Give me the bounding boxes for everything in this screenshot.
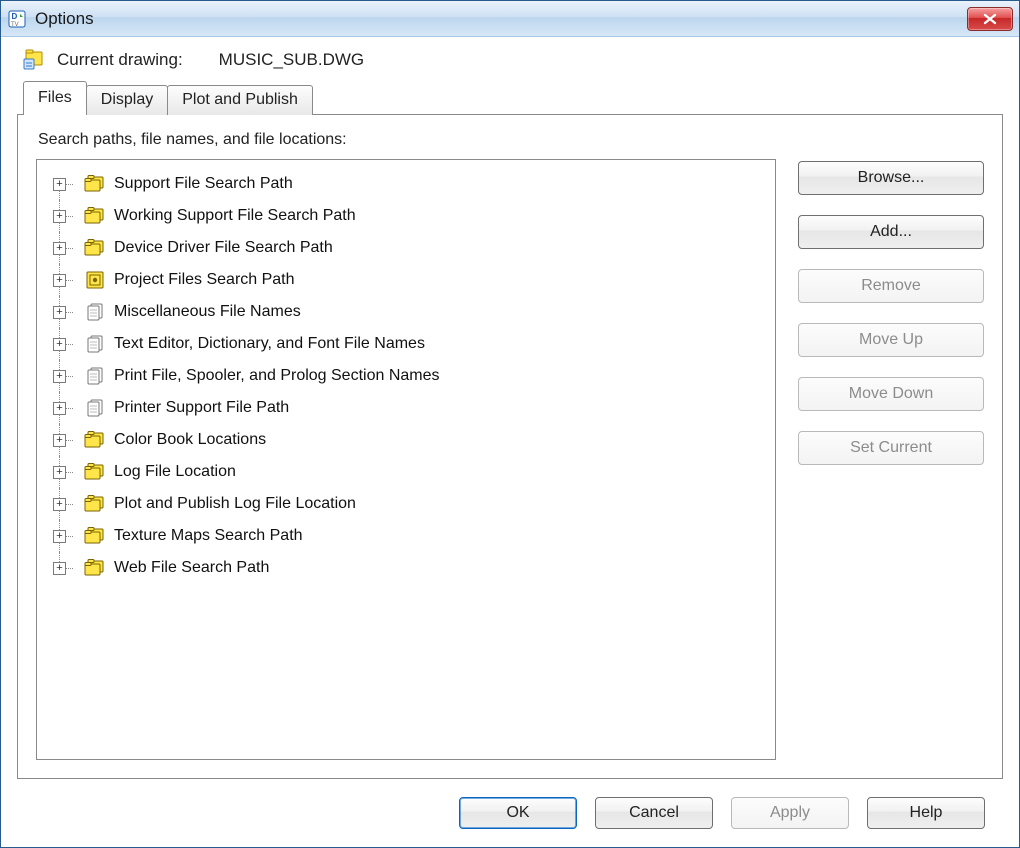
- expand-icon[interactable]: +: [53, 466, 66, 479]
- expand-icon[interactable]: +: [53, 178, 66, 191]
- tree-item[interactable]: + Support File Search Path: [43, 168, 769, 200]
- add-button[interactable]: Add...: [798, 215, 984, 249]
- folder-stack-icon: [84, 431, 106, 449]
- side-buttons: Browse... Add... Remove Move Up Move Down Set…: [798, 159, 984, 760]
- tree-item[interactable]: + Plot and Publish Log File Location: [43, 488, 769, 520]
- expand-icon[interactable]: +: [53, 274, 66, 287]
- folder-stack-icon: [84, 495, 106, 513]
- tree-item[interactable]: + Printer Support File Path: [43, 392, 769, 424]
- folder-stack-icon: [84, 175, 106, 193]
- close-icon: [982, 13, 998, 25]
- expand-icon[interactable]: +: [53, 530, 66, 543]
- tree-item[interactable]: + Project Files Search Path: [43, 264, 769, 296]
- expand-icon[interactable]: +: [53, 242, 66, 255]
- tree-item-label: Project Files Search Path: [114, 271, 295, 289]
- help-button[interactable]: Help: [867, 797, 985, 829]
- tab-files[interactable]: Files: [23, 81, 87, 115]
- tree-item-label: Plot and Publish Log File Location: [114, 495, 356, 513]
- folder-stack-icon: [84, 207, 106, 225]
- options-window: D TV Options Current drawing:: [0, 0, 1020, 848]
- tree-item[interactable]: + Web File Search Path: [43, 552, 769, 584]
- document-stack-icon: [84, 399, 106, 417]
- drawing-icon: [23, 49, 45, 71]
- svg-text:D: D: [12, 12, 18, 21]
- document-stack-icon: [84, 367, 106, 385]
- expand-icon[interactable]: +: [53, 562, 66, 575]
- current-drawing-label: Current drawing:: [57, 50, 183, 70]
- tree-item-label: Support File Search Path: [114, 175, 293, 193]
- close-button[interactable]: [967, 7, 1013, 31]
- folder-stack-icon: [84, 463, 106, 481]
- tree-item[interactable]: + Device Driver File Search Path: [43, 232, 769, 264]
- tree-item-label: Text Editor, Dictionary, and Font File N…: [114, 335, 425, 353]
- move-down-button[interactable]: Move Down: [798, 377, 984, 411]
- browse-button[interactable]: Browse...: [798, 161, 984, 195]
- expand-icon[interactable]: +: [53, 306, 66, 319]
- expand-icon[interactable]: +: [53, 210, 66, 223]
- folder-stack-icon: [84, 239, 106, 257]
- svg-text:TV: TV: [11, 22, 19, 28]
- apply-button[interactable]: Apply: [731, 797, 849, 829]
- ok-button[interactable]: OK: [459, 797, 577, 829]
- expand-icon[interactable]: +: [53, 434, 66, 447]
- tree-item[interactable]: + Print File, Spooler, and Prolog Sectio…: [43, 360, 769, 392]
- box-icon: [84, 271, 106, 289]
- tree-item[interactable]: + Color Book Locations: [43, 424, 769, 456]
- tree-item-label: Web File Search Path: [114, 559, 269, 577]
- folder-stack-icon: [84, 527, 106, 545]
- tree-and-buttons: + Support File Search Path+ Working Supp…: [36, 159, 984, 760]
- tree-item-label: Working Support File Search Path: [114, 207, 356, 225]
- expand-icon[interactable]: +: [53, 338, 66, 351]
- tree-item[interactable]: + Texture Maps Search Path: [43, 520, 769, 552]
- window-title: Options: [35, 9, 94, 29]
- tree-item-label: Log File Location: [114, 463, 236, 481]
- document-stack-icon: [84, 335, 106, 353]
- tree-item-label: Print File, Spooler, and Prolog Section …: [114, 367, 440, 385]
- tab-panel-files: Search paths, file names, and file locat…: [17, 114, 1003, 779]
- app-icon: D TV: [7, 9, 27, 29]
- document-stack-icon: [84, 303, 106, 321]
- titlebar: D TV Options: [1, 1, 1019, 37]
- tree-item[interactable]: + Text Editor, Dictionary, and Font File…: [43, 328, 769, 360]
- tree-item-label: Device Driver File Search Path: [114, 239, 333, 257]
- section-label: Search paths, file names, and file locat…: [38, 131, 984, 149]
- current-drawing-row: Current drawing: MUSIC_SUB.DWG: [23, 49, 1003, 71]
- tree-item-label: Miscellaneous File Names: [114, 303, 301, 321]
- expand-icon[interactable]: +: [53, 498, 66, 511]
- bottom-bar: OK Cancel Apply Help: [17, 779, 1003, 847]
- tree-item-label: Texture Maps Search Path: [114, 527, 303, 545]
- expand-icon[interactable]: +: [53, 370, 66, 383]
- tree-item-label: Printer Support File Path: [114, 399, 289, 417]
- remove-button[interactable]: Remove: [798, 269, 984, 303]
- tree-item-label: Color Book Locations: [114, 431, 266, 449]
- current-drawing-value: MUSIC_SUB.DWG: [219, 50, 364, 70]
- move-up-button[interactable]: Move Up: [798, 323, 984, 357]
- tree-item[interactable]: + Miscellaneous File Names: [43, 296, 769, 328]
- tree-item[interactable]: + Working Support File Search Path: [43, 200, 769, 232]
- tab-plot-and-publish[interactable]: Plot and Publish: [167, 85, 313, 115]
- expand-icon[interactable]: +: [53, 402, 66, 415]
- tab-display[interactable]: Display: [86, 85, 168, 115]
- cancel-button[interactable]: Cancel: [595, 797, 713, 829]
- folder-stack-icon: [84, 559, 106, 577]
- client-area: Current drawing: MUSIC_SUB.DWG FilesDisp…: [1, 37, 1019, 847]
- set-current-button[interactable]: Set Current: [798, 431, 984, 465]
- tree-item[interactable]: + Log File Location: [43, 456, 769, 488]
- tree-view[interactable]: + Support File Search Path+ Working Supp…: [36, 159, 776, 760]
- tabstrip: FilesDisplayPlot and Publish: [23, 81, 1003, 115]
